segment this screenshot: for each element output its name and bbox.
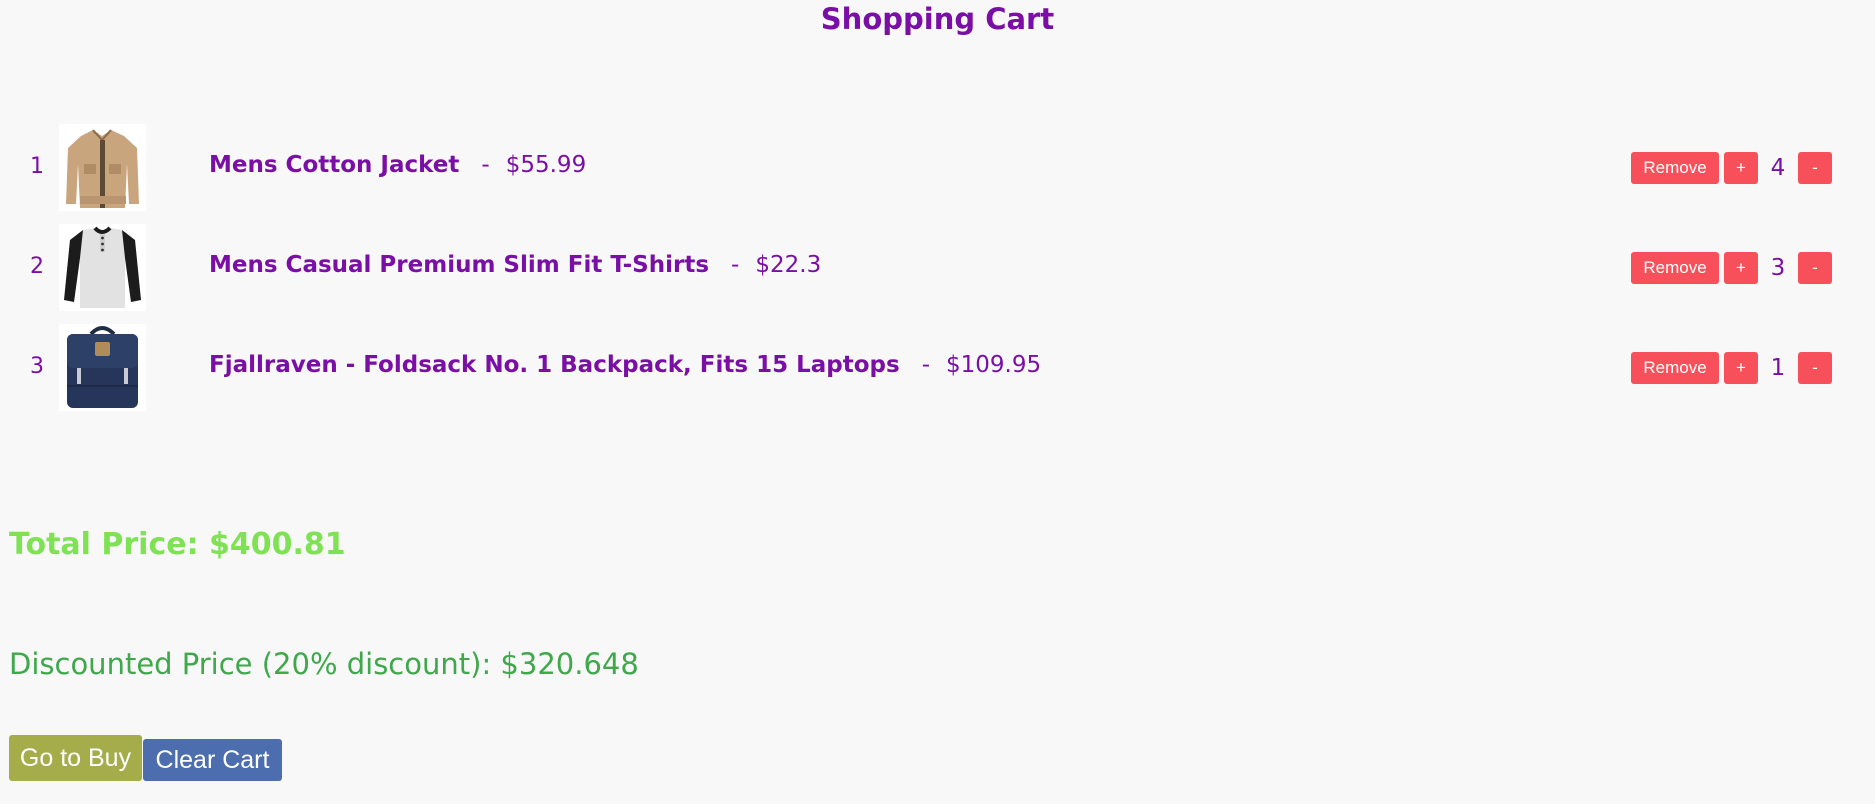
go-to-buy-button[interactable]: Go to Buy — [9, 735, 142, 781]
item-separator: - — [921, 352, 930, 378]
remove-button[interactable]: Remove — [1631, 152, 1719, 184]
row-index: 3 — [30, 354, 44, 379]
item-title: Mens Cotton Jacket - $55.99 — [209, 152, 586, 178]
increase-quantity-button[interactable]: + — [1724, 252, 1758, 284]
item-price: $22.3 — [755, 252, 822, 278]
item-controls: Remove + 1 - — [1631, 352, 1832, 384]
cart-row: 2 Mens Casual Premium Slim Fit T-Shirts -… — [0, 224, 1875, 314]
row-index: 1 — [30, 154, 44, 179]
item-quantity: 1 — [1770, 355, 1786, 381]
remove-button[interactable]: Remove — [1631, 252, 1719, 284]
item-name: Mens Casual Premium Slim Fit T-Shirts — [209, 252, 710, 278]
item-controls: Remove + 4 - — [1631, 152, 1832, 184]
item-separator: - — [481, 152, 490, 178]
row-index: 2 — [30, 254, 44, 279]
item-controls: Remove + 3 - — [1631, 252, 1832, 284]
backpack-image — [59, 324, 146, 411]
clear-cart-button[interactable]: Clear Cart — [143, 739, 282, 781]
item-title: Fjallraven - Foldsack No. 1 Backpack, Fi… — [209, 352, 1041, 378]
increase-quantity-button[interactable]: + — [1724, 152, 1758, 184]
item-name: Mens Cotton Jacket — [209, 152, 460, 178]
page-title: Shopping Cart — [820, 2, 1055, 36]
item-quantity: 3 — [1770, 255, 1786, 281]
jacket-image — [59, 124, 146, 211]
item-name: Fjallraven - Foldsack No. 1 Backpack, Fi… — [209, 352, 900, 378]
decrease-quantity-button[interactable]: - — [1798, 252, 1832, 284]
discounted-price: Discounted Price (20% discount): $320.64… — [9, 647, 639, 681]
decrease-quantity-button[interactable]: - — [1798, 352, 1832, 384]
item-price: $109.95 — [946, 352, 1042, 378]
remove-button[interactable]: Remove — [1631, 352, 1719, 384]
item-title: Mens Casual Premium Slim Fit T-Shirts - $2… — [209, 252, 821, 278]
item-separator: - — [731, 252, 740, 278]
increase-quantity-button[interactable]: + — [1724, 352, 1758, 384]
cart-row: 1 Mens Cotton Jacket - $55.99 Remove + 4 - — [0, 124, 1875, 214]
total-price: Total Price: $400.81 — [9, 527, 346, 562]
decrease-quantity-button[interactable]: - — [1798, 152, 1832, 184]
cart-row: 3 Fjallraven - Foldsack No. 1 Backpack, … — [0, 324, 1875, 414]
item-quantity: 4 — [1770, 155, 1786, 181]
shopping-cart-page: Shopping Cart 1 Mens Cotton Jacket - $55.9… — [0, 0, 1875, 804]
tshirt-image — [59, 224, 146, 311]
item-price: $55.99 — [505, 152, 587, 178]
